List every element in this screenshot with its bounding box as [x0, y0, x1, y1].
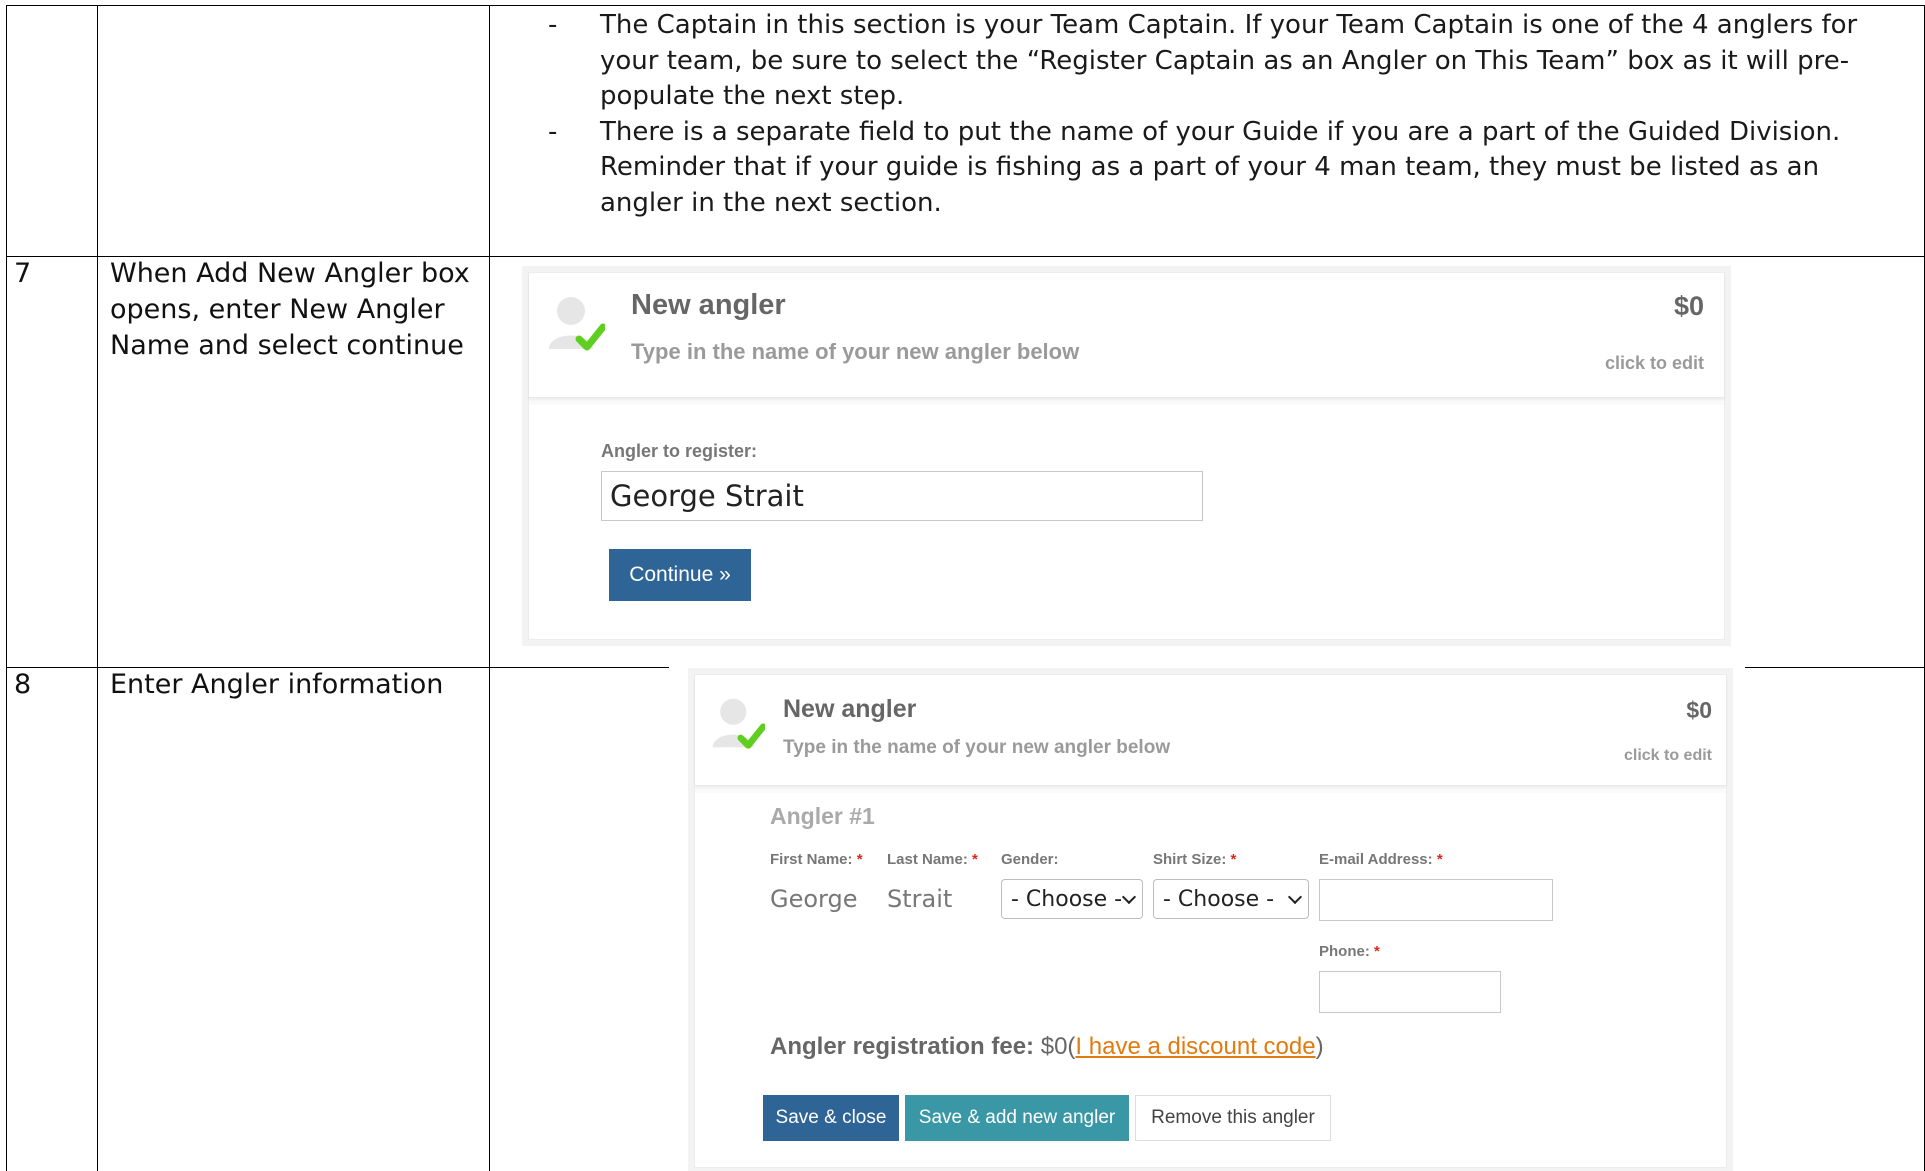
fee-value: $0 [1040, 1033, 1068, 1060]
column-divider-2 [489, 5, 490, 1171]
angler-details-panel: New angler Type in the name of your new … [694, 674, 1727, 1168]
panel-title: New angler [631, 289, 786, 321]
panel-title: New angler [783, 695, 917, 723]
first-name-label: First Name: * [770, 851, 863, 868]
panel-price: $0 [1686, 697, 1712, 723]
bullet-dash: - [548, 116, 558, 147]
click-to-edit-link[interactable]: click to edit [1624, 747, 1712, 765]
continue-button[interactable]: Continue » [609, 549, 751, 601]
avatar-check-icon [545, 293, 607, 353]
bullet-item: - The Captain in this section is your Te… [548, 8, 1903, 115]
fee-label: Angler registration fee: [770, 1033, 1035, 1060]
panel-body: Angler #1 First Name: * Last Name: * Gen… [695, 793, 1726, 1167]
table-border-left [6, 5, 7, 1171]
gender-label: Gender: [1001, 851, 1059, 868]
required-asterisk: * [972, 851, 978, 868]
panel-body: Angler to register: George Strait Contin… [529, 405, 1724, 639]
chevron-down-icon [1287, 889, 1303, 905]
fee-paren-close: ) [1315, 1033, 1324, 1060]
row-divider-8-right [1745, 667, 1925, 668]
required-asterisk: * [1230, 851, 1237, 868]
panel-header[interactable]: New angler Type in the name of your new … [695, 675, 1726, 786]
save-close-button[interactable]: Save & close [763, 1095, 899, 1141]
click-to-edit-link[interactable]: click to edit [1605, 353, 1704, 374]
shirt-size-label: Shirt Size: * [1153, 851, 1237, 868]
phone-input[interactable] [1319, 971, 1501, 1013]
table-border-top [6, 5, 1925, 6]
panel-price: $0 [1673, 291, 1704, 321]
phone-label: Phone: * [1319, 943, 1380, 960]
instruction-bullets: - The Captain in this section is your Te… [548, 8, 1903, 221]
chevron-down-icon [1121, 889, 1137, 905]
step-number: 7 [14, 258, 32, 289]
first-name-value: George [770, 885, 858, 913]
last-name-value: Strait [887, 885, 953, 913]
bullet-item: - There is a separate field to put the n… [548, 115, 1903, 222]
step-description: Enter Angler information [110, 669, 444, 700]
registration-fee-line: Angler registration fee: $0(I have a dis… [770, 1033, 1324, 1061]
step-number: 8 [14, 669, 32, 700]
email-input[interactable] [1319, 879, 1553, 921]
save-add-angler-button[interactable]: Save & add new angler [905, 1095, 1129, 1141]
panel-subtitle: Type in the name of your new angler belo… [631, 339, 1080, 364]
remove-angler-button[interactable]: Remove this angler [1135, 1095, 1331, 1141]
avatar-check-icon [709, 695, 767, 751]
shirt-size-select[interactable]: - Choose - [1153, 879, 1309, 919]
angler-section-title: Angler #1 [770, 803, 875, 829]
required-asterisk: * [856, 851, 863, 868]
email-label: E-mail Address: * [1319, 851, 1443, 868]
bullet-text: The Captain in this section is your Team… [600, 10, 1858, 111]
required-asterisk: * [1374, 943, 1380, 960]
column-divider-1 [97, 5, 98, 1171]
bullet-dash: - [548, 10, 558, 40]
bullet-text: There is a separate field to put the nam… [600, 116, 1841, 218]
angler-name-input[interactable]: George Strait [601, 471, 1203, 521]
new-angler-panel: New angler Type in the name of your new … [528, 272, 1725, 640]
required-asterisk: * [1436, 851, 1443, 868]
gender-select[interactable]: - Choose - [1001, 879, 1143, 919]
angler-to-register-label: Angler to register: [601, 441, 758, 461]
step-description: When Add New Angler box opens, enter New… [110, 258, 470, 361]
last-name-label: Last Name: * [887, 851, 978, 868]
panel-subtitle: Type in the name of your new angler belo… [783, 737, 1171, 758]
panel-header[interactable]: New angler Type in the name of your new … [529, 273, 1724, 398]
discount-code-link[interactable]: I have a discount code [1075, 1033, 1315, 1060]
